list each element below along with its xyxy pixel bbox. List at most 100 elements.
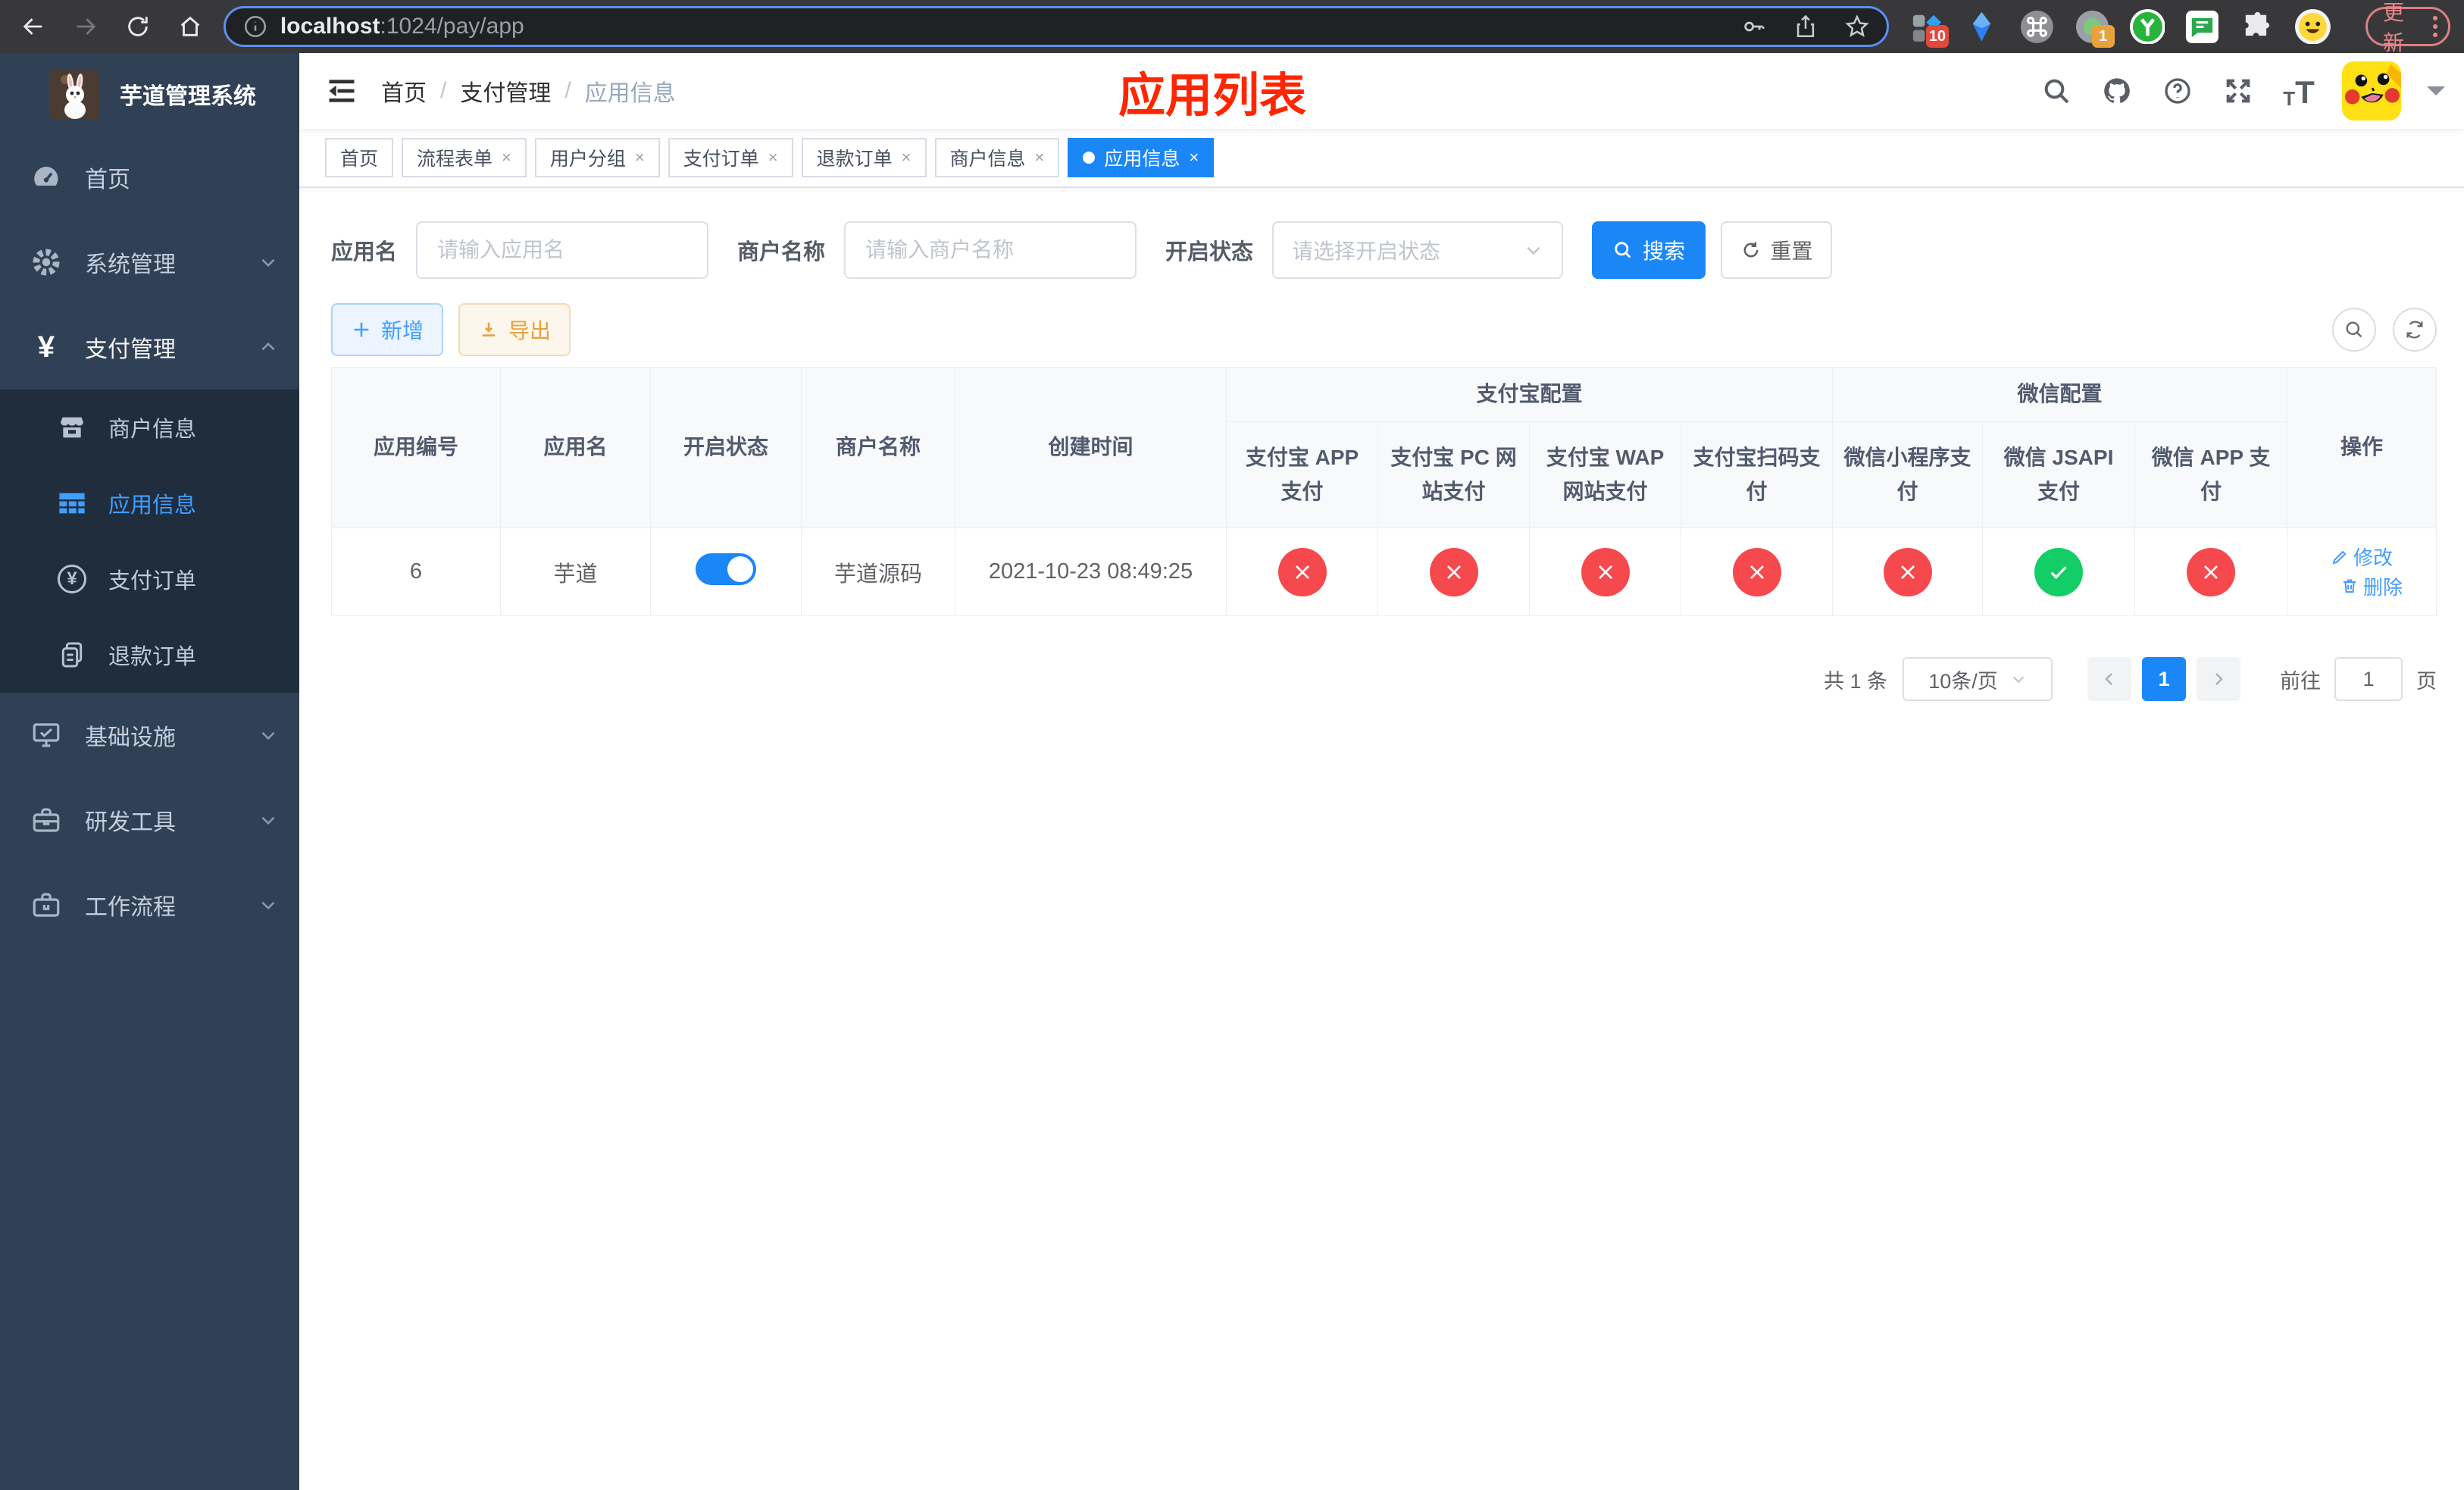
sidebar-item-app-info[interactable]: 应用信息 xyxy=(0,465,299,541)
cell-actions: 修改 删除 xyxy=(2287,527,2437,616)
chevron-down-icon xyxy=(1527,246,1540,255)
breadcrumb: 首页 / 支付管理 / 应用信息 xyxy=(381,74,676,108)
status-select[interactable]: 请选择开启状态 xyxy=(1272,221,1564,279)
browser-reload-button[interactable] xyxy=(118,7,157,46)
header-search-icon[interactable] xyxy=(2039,74,2074,108)
page-number-button[interactable]: 1 xyxy=(2142,657,2187,701)
extension-badge: 10 xyxy=(1925,25,1950,48)
close-icon[interactable]: × xyxy=(902,148,911,167)
next-page-button[interactable] xyxy=(2197,657,2241,701)
fullscreen-icon[interactable] xyxy=(2221,74,2256,108)
delete-link[interactable]: 删除 xyxy=(2340,572,2403,600)
browser-home-button[interactable] xyxy=(171,7,210,46)
column-header-alipay-app: 支付宝 APP 支付 xyxy=(1226,421,1378,528)
channel-status-icon xyxy=(1277,547,1327,596)
merchant-name-input[interactable] xyxy=(844,221,1137,279)
yen-icon: ¥ xyxy=(37,330,55,364)
search-button[interactable]: 搜索 xyxy=(1592,221,1706,279)
extension-icon-kite[interactable] xyxy=(1964,8,2000,45)
browser-update-button[interactable]: 更新 xyxy=(2365,1,2451,55)
sidebar-item-workflow[interactable]: 工作流程 xyxy=(0,862,299,947)
tab-merchant-info[interactable]: 商户信息 × xyxy=(934,138,1060,177)
tab-process-form[interactable]: 流程表单 × xyxy=(402,138,527,177)
sidebar-item-system[interactable]: 系统管理 xyxy=(0,220,299,305)
close-icon[interactable]: × xyxy=(502,148,511,167)
breadcrumb-payment[interactable]: 支付管理 xyxy=(460,74,551,108)
sidebar-item-label: 商户信息 xyxy=(108,418,197,442)
goto-page-input[interactable] xyxy=(2334,657,2403,701)
sidebar-item-home[interactable]: 首页 xyxy=(0,135,299,220)
github-icon[interactable] xyxy=(2100,74,2134,108)
tab-pay-orders[interactable]: 支付订单 × xyxy=(668,138,793,177)
tab-home[interactable]: 首页 xyxy=(325,138,394,177)
breadcrumb-home[interactable]: 首页 xyxy=(381,74,427,108)
password-key-icon[interactable] xyxy=(1741,14,1767,39)
browser-forward-button[interactable] xyxy=(66,7,105,46)
close-icon[interactable]: × xyxy=(1035,148,1045,167)
status-toggle[interactable] xyxy=(696,552,756,585)
extension-icon-command[interactable] xyxy=(2019,8,2055,45)
avatar-caret-icon[interactable] xyxy=(2427,86,2446,105)
close-icon[interactable]: × xyxy=(635,148,645,167)
column-header-app-id: 应用编号 xyxy=(331,367,501,528)
help-icon[interactable] xyxy=(2160,74,2195,108)
sidebar-submenu-payment: 商户信息 应用信息 ¥ 支付订单 退款订单 xyxy=(0,390,299,693)
add-button[interactable]: 新增 xyxy=(331,303,443,356)
app-title: 芋道管理系统 xyxy=(120,84,256,109)
address-bar[interactable]: localhost:1024/pay/app xyxy=(223,6,1890,47)
channel-status-icon xyxy=(2034,547,2084,596)
extensions-puzzle-icon[interactable] xyxy=(2240,8,2275,45)
group-header-alipay: 支付宝配置 xyxy=(1225,367,1834,422)
sidebar-logo[interactable]: 芋道管理系统 xyxy=(0,53,299,135)
document-copy-icon xyxy=(57,640,87,670)
extension-icon-tabs[interactable]: 10 xyxy=(1909,8,1950,48)
toggle-search-button[interactable] xyxy=(2332,308,2377,352)
cell-app-name: 芋道 xyxy=(500,527,651,616)
tab-user-group[interactable]: 用户分组 × xyxy=(534,138,660,177)
browser-menu-icon[interactable] xyxy=(2433,16,2438,37)
extension-badge: 1 xyxy=(2091,25,2115,48)
pagination-total: 共 1 条 xyxy=(1823,669,1888,693)
reset-button[interactable]: 重置 xyxy=(1721,221,1833,279)
browser-back-button[interactable] xyxy=(14,7,52,46)
dashboard-icon xyxy=(30,161,62,193)
tab-app-info-active[interactable]: 应用信息 × xyxy=(1068,138,1215,177)
page-unit-label: 页 xyxy=(2416,669,2437,693)
page-content: 应用名 商户名称 开启状态 请选择开启状态 搜索 重置 xyxy=(299,188,2464,701)
briefcase-icon xyxy=(30,889,62,921)
font-size-icon[interactable]: TT xyxy=(2281,74,2316,109)
extension-icon-y-green[interactable] xyxy=(2129,8,2165,45)
sidebar-collapse-icon[interactable] xyxy=(325,74,358,108)
profile-avatar-icon[interactable] xyxy=(2294,8,2331,45)
extension-icon-recorder[interactable]: 1 xyxy=(2075,8,2115,48)
edit-link[interactable]: 修改 xyxy=(2331,543,2393,571)
extension-icon-chat[interactable] xyxy=(2184,8,2220,45)
page-size-select[interactable]: 10条/页 xyxy=(1903,657,2053,701)
extensions-area: 10 1 更新 xyxy=(1909,1,2451,55)
column-header-app-name: 应用名 xyxy=(500,367,651,528)
breadcrumb-current: 应用信息 xyxy=(584,81,676,106)
prev-page-button[interactable] xyxy=(2087,657,2132,701)
refresh-table-button[interactable] xyxy=(2393,308,2437,352)
cell-status xyxy=(650,527,802,616)
sidebar-item-merchant-info[interactable]: 商户信息 xyxy=(0,390,299,465)
export-button[interactable]: 导出 xyxy=(458,303,571,356)
close-icon[interactable]: × xyxy=(1189,148,1199,167)
gear-icon xyxy=(30,246,62,278)
bookmark-star-icon[interactable] xyxy=(1844,14,1870,39)
sidebar-item-payment[interactable]: ¥ 支付管理 xyxy=(0,305,299,390)
active-dot-icon xyxy=(1083,152,1096,164)
sidebar-item-refund-orders[interactable]: 退款订单 xyxy=(0,617,299,693)
chevron-down-icon xyxy=(2012,676,2024,684)
column-header-merchant: 商户名称 xyxy=(801,367,955,528)
sidebar-item-dev-tools[interactable]: 研发工具 xyxy=(0,778,299,862)
user-avatar[interactable] xyxy=(2342,61,2402,121)
app-name-input[interactable] xyxy=(416,221,709,279)
site-info-icon[interactable] xyxy=(242,14,268,39)
sidebar-item-pay-orders[interactable]: ¥ 支付订单 xyxy=(0,541,299,617)
close-icon[interactable]: × xyxy=(768,148,778,167)
tab-refund-orders[interactable]: 退款订单 × xyxy=(801,138,927,177)
edit-pen-icon xyxy=(2332,550,2347,564)
sidebar-item-infrastructure[interactable]: 基础设施 xyxy=(0,693,299,778)
share-icon[interactable] xyxy=(1793,14,1818,39)
